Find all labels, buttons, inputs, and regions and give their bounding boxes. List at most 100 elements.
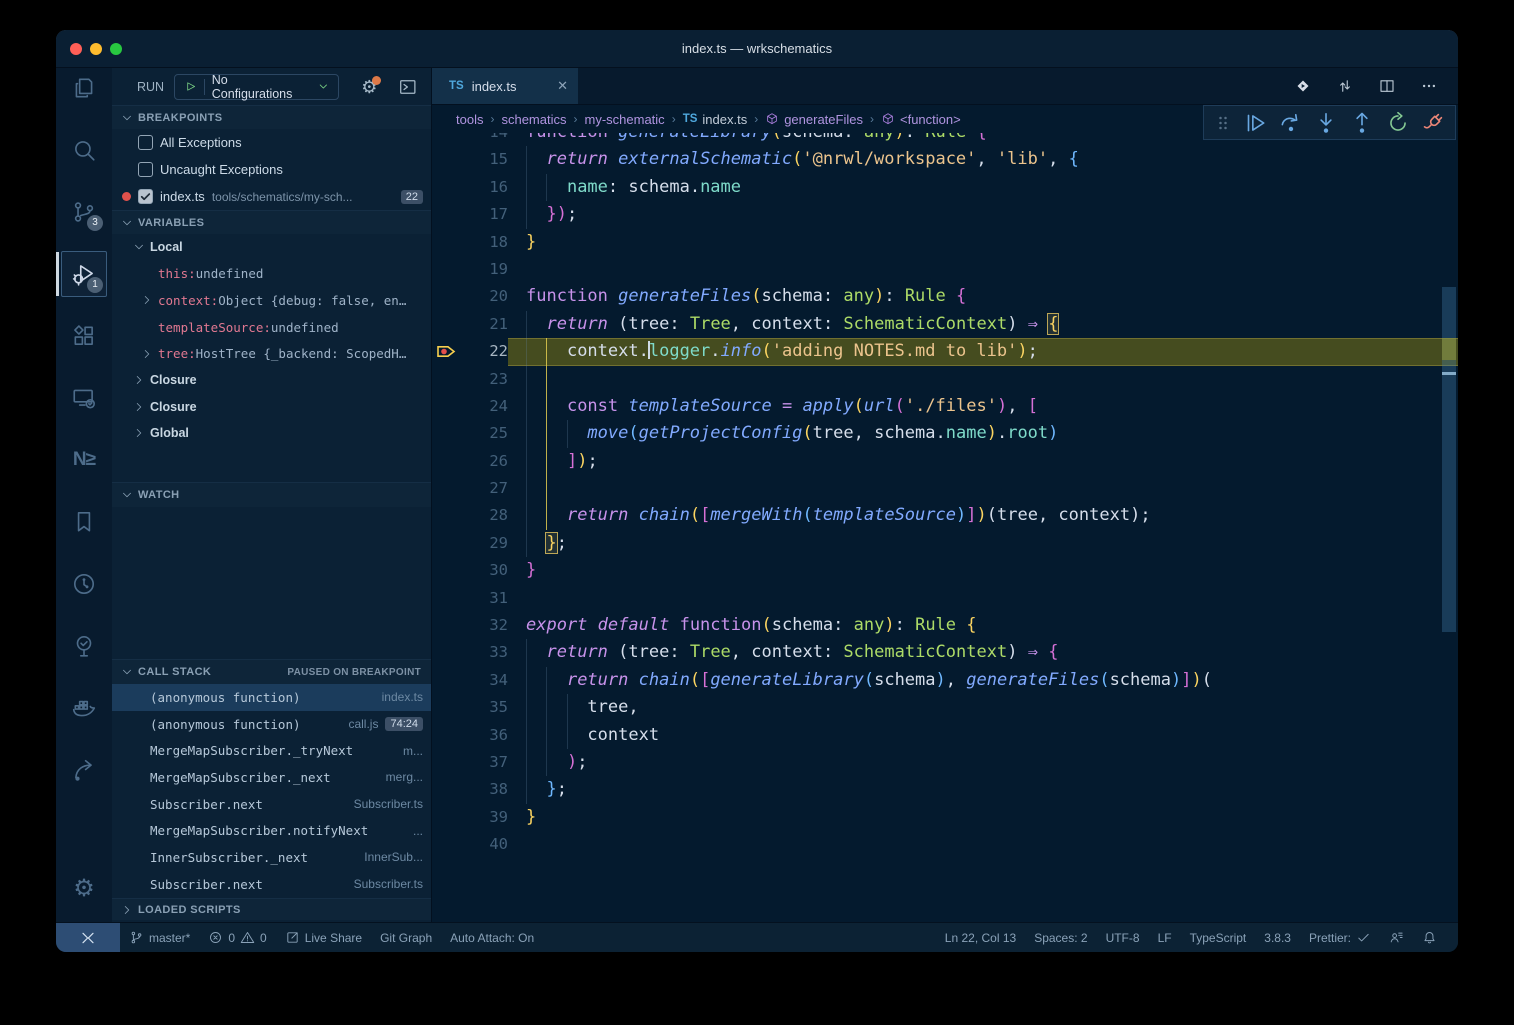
line-number[interactable]: 28	[458, 502, 508, 529]
activity-bar-item-live-share[interactable]	[56, 739, 112, 801]
breakpoint-margin[interactable]	[432, 311, 458, 338]
line-content[interactable]: }	[508, 557, 1458, 584]
line-number[interactable]: 34	[458, 667, 508, 694]
status-item-branch[interactable]: master*	[120, 923, 199, 952]
breakpoint-margin[interactable]	[432, 502, 458, 529]
breakpoint-margin[interactable]	[432, 804, 458, 831]
status-item-live-share[interactable]: Live Share	[276, 923, 371, 952]
line-content[interactable]: context.logger.info('adding NOTES.md to …	[508, 338, 1458, 365]
call-stack-frame[interactable]: MergeMapSubscriber._tryNextm...	[112, 737, 431, 764]
breakpoint-checkbox[interactable]	[138, 162, 153, 177]
call-stack-frame[interactable]: MergeMapSubscriber._nextmerg...	[112, 764, 431, 791]
line-number[interactable]: 40	[458, 831, 508, 858]
breakpoint-row[interactable]: All Exceptions	[112, 129, 431, 156]
open-debug-console-button[interactable]	[397, 77, 419, 97]
breakpoint-checkbox[interactable]	[138, 135, 153, 150]
variable-row-tree[interactable]: tree: HostTree {_backend: ScopedH…	[112, 340, 431, 367]
breadcrumb-item-schematics[interactable]: schematics	[501, 112, 566, 127]
scope-row-local[interactable]: Local	[112, 234, 431, 261]
status-item-language-mode[interactable]: TypeScript	[1181, 923, 1256, 952]
remote-indicator[interactable]	[56, 923, 120, 952]
compare-changes-icon[interactable]	[1336, 77, 1354, 95]
line-content[interactable]: };	[508, 530, 1458, 557]
breakpoint-checkbox[interactable]	[138, 189, 153, 204]
breakpoint-margin[interactable]	[432, 612, 458, 639]
breakpoint-margin[interactable]	[432, 639, 458, 666]
activity-bar-item-source-control[interactable]: 3	[56, 181, 112, 243]
line-content[interactable]: function generateFiles(schema: any): Rul…	[508, 283, 1458, 310]
breakpoint-margin[interactable]	[432, 393, 458, 420]
status-item-indentation[interactable]: Spaces: 2	[1025, 923, 1096, 952]
configure-launch-button[interactable]: ⚙	[361, 78, 377, 96]
breakpoint-margin[interactable]	[432, 256, 458, 283]
variable-row-context[interactable]: context: Object {debug: false, en…	[112, 287, 431, 314]
breakpoint-margin[interactable]	[432, 283, 458, 310]
line-number[interactable]: 25	[458, 420, 508, 447]
line-number[interactable]: 16	[458, 174, 508, 201]
call-stack-frame[interactable]: Subscriber.nextSubscriber.ts	[112, 871, 431, 898]
line-content[interactable]	[508, 366, 1458, 393]
status-item-prettier[interactable]: Prettier:	[1300, 923, 1380, 952]
breakpoint-margin[interactable]	[432, 475, 458, 502]
line-number[interactable]: 39	[458, 804, 508, 831]
breakpoint-margin[interactable]	[432, 667, 458, 694]
call-stack-frame[interactable]: (anonymous function)index.ts	[112, 684, 431, 711]
line-number[interactable]: 17	[458, 201, 508, 228]
status-item-eol[interactable]: LF	[1149, 923, 1181, 952]
activity-bar-item-run-and-debug[interactable]: 1	[56, 243, 112, 305]
close-tab-icon[interactable]: ✕	[557, 78, 568, 94]
line-content[interactable]: ]);	[508, 448, 1458, 475]
call-stack-header[interactable]: CALL STACK PAUSED ON BREAKPOINT	[112, 659, 431, 684]
line-content[interactable]: );	[508, 749, 1458, 776]
status-item-cursor-position[interactable]: Ln 22, Col 13	[936, 923, 1025, 952]
line-content[interactable]: context	[508, 722, 1458, 749]
scope-row-closure[interactable]: Closure	[112, 367, 431, 394]
current-breakpoint-icon[interactable]	[432, 338, 458, 365]
breadcrumb-item--function-[interactable]: <function>	[881, 112, 961, 127]
line-number[interactable]: 24	[458, 393, 508, 420]
status-item-encoding[interactable]: UTF-8	[1097, 923, 1149, 952]
status-item-feedback[interactable]	[1380, 923, 1413, 952]
line-number[interactable]: 35	[458, 694, 508, 721]
breakpoint-margin[interactable]	[432, 133, 458, 146]
breadcrumb-item-generatefiles[interactable]: generateFiles	[765, 112, 863, 127]
line-content[interactable]: return chain([mergeWith(templateSource)]…	[508, 502, 1458, 529]
open-changes-icon[interactable]	[1294, 77, 1312, 95]
line-content[interactable]: }	[508, 229, 1458, 256]
line-content[interactable]: return (tree: Tree, context: SchematicCo…	[508, 311, 1458, 338]
launch-config-dropdown[interactable]: No Configurations	[174, 74, 339, 100]
breakpoint-margin[interactable]	[432, 229, 458, 256]
line-number[interactable]: 20	[458, 283, 508, 310]
step-into-button[interactable]	[1313, 110, 1339, 136]
breakpoint-margin[interactable]	[432, 831, 458, 858]
status-item-notifications[interactable]	[1413, 923, 1446, 952]
call-stack-frame[interactable]: (anonymous function)call.js74:24	[112, 711, 431, 738]
line-number[interactable]: 22	[458, 338, 508, 365]
breakpoint-margin[interactable]	[432, 174, 458, 201]
variables-header[interactable]: VARIABLES	[112, 210, 431, 234]
line-content[interactable]	[508, 831, 1458, 858]
call-stack-frame[interactable]: InnerSubscriber._nextInnerSub...	[112, 844, 431, 871]
line-content[interactable]: const templateSource = apply(url('./file…	[508, 393, 1458, 420]
breakpoint-margin[interactable]	[432, 694, 458, 721]
step-out-button[interactable]	[1349, 110, 1375, 136]
breakpoint-margin[interactable]	[432, 366, 458, 393]
scope-row-global[interactable]: Global	[112, 420, 431, 447]
activity-bar-item-manage[interactable]: ⚙	[56, 858, 112, 920]
activity-bar-item-git-history[interactable]	[56, 553, 112, 615]
line-content[interactable]: move(getProjectConfig(tree, schema.name)…	[508, 420, 1458, 447]
activity-bar-item-extensions[interactable]	[56, 305, 112, 367]
line-number[interactable]: 26	[458, 448, 508, 475]
activity-bar-item-search[interactable]	[56, 119, 112, 181]
line-number[interactable]: 19	[458, 256, 508, 283]
activity-bar-item-test-explorer[interactable]	[56, 615, 112, 677]
breadcrumb-item-my-schematic[interactable]: my-schematic	[585, 112, 665, 127]
line-number[interactable]: 23	[458, 366, 508, 393]
breakpoint-margin[interactable]	[432, 448, 458, 475]
breakpoint-margin[interactable]	[432, 201, 458, 228]
breadcrumb-item-index-ts[interactable]: TSindex.ts	[683, 112, 748, 127]
split-editor-icon[interactable]	[1378, 77, 1396, 95]
activity-bar-item-bookmarks[interactable]	[56, 491, 112, 553]
breakpoint-margin[interactable]	[432, 420, 458, 447]
breakpoint-row[interactable]: Uncaught Exceptions	[112, 156, 431, 183]
